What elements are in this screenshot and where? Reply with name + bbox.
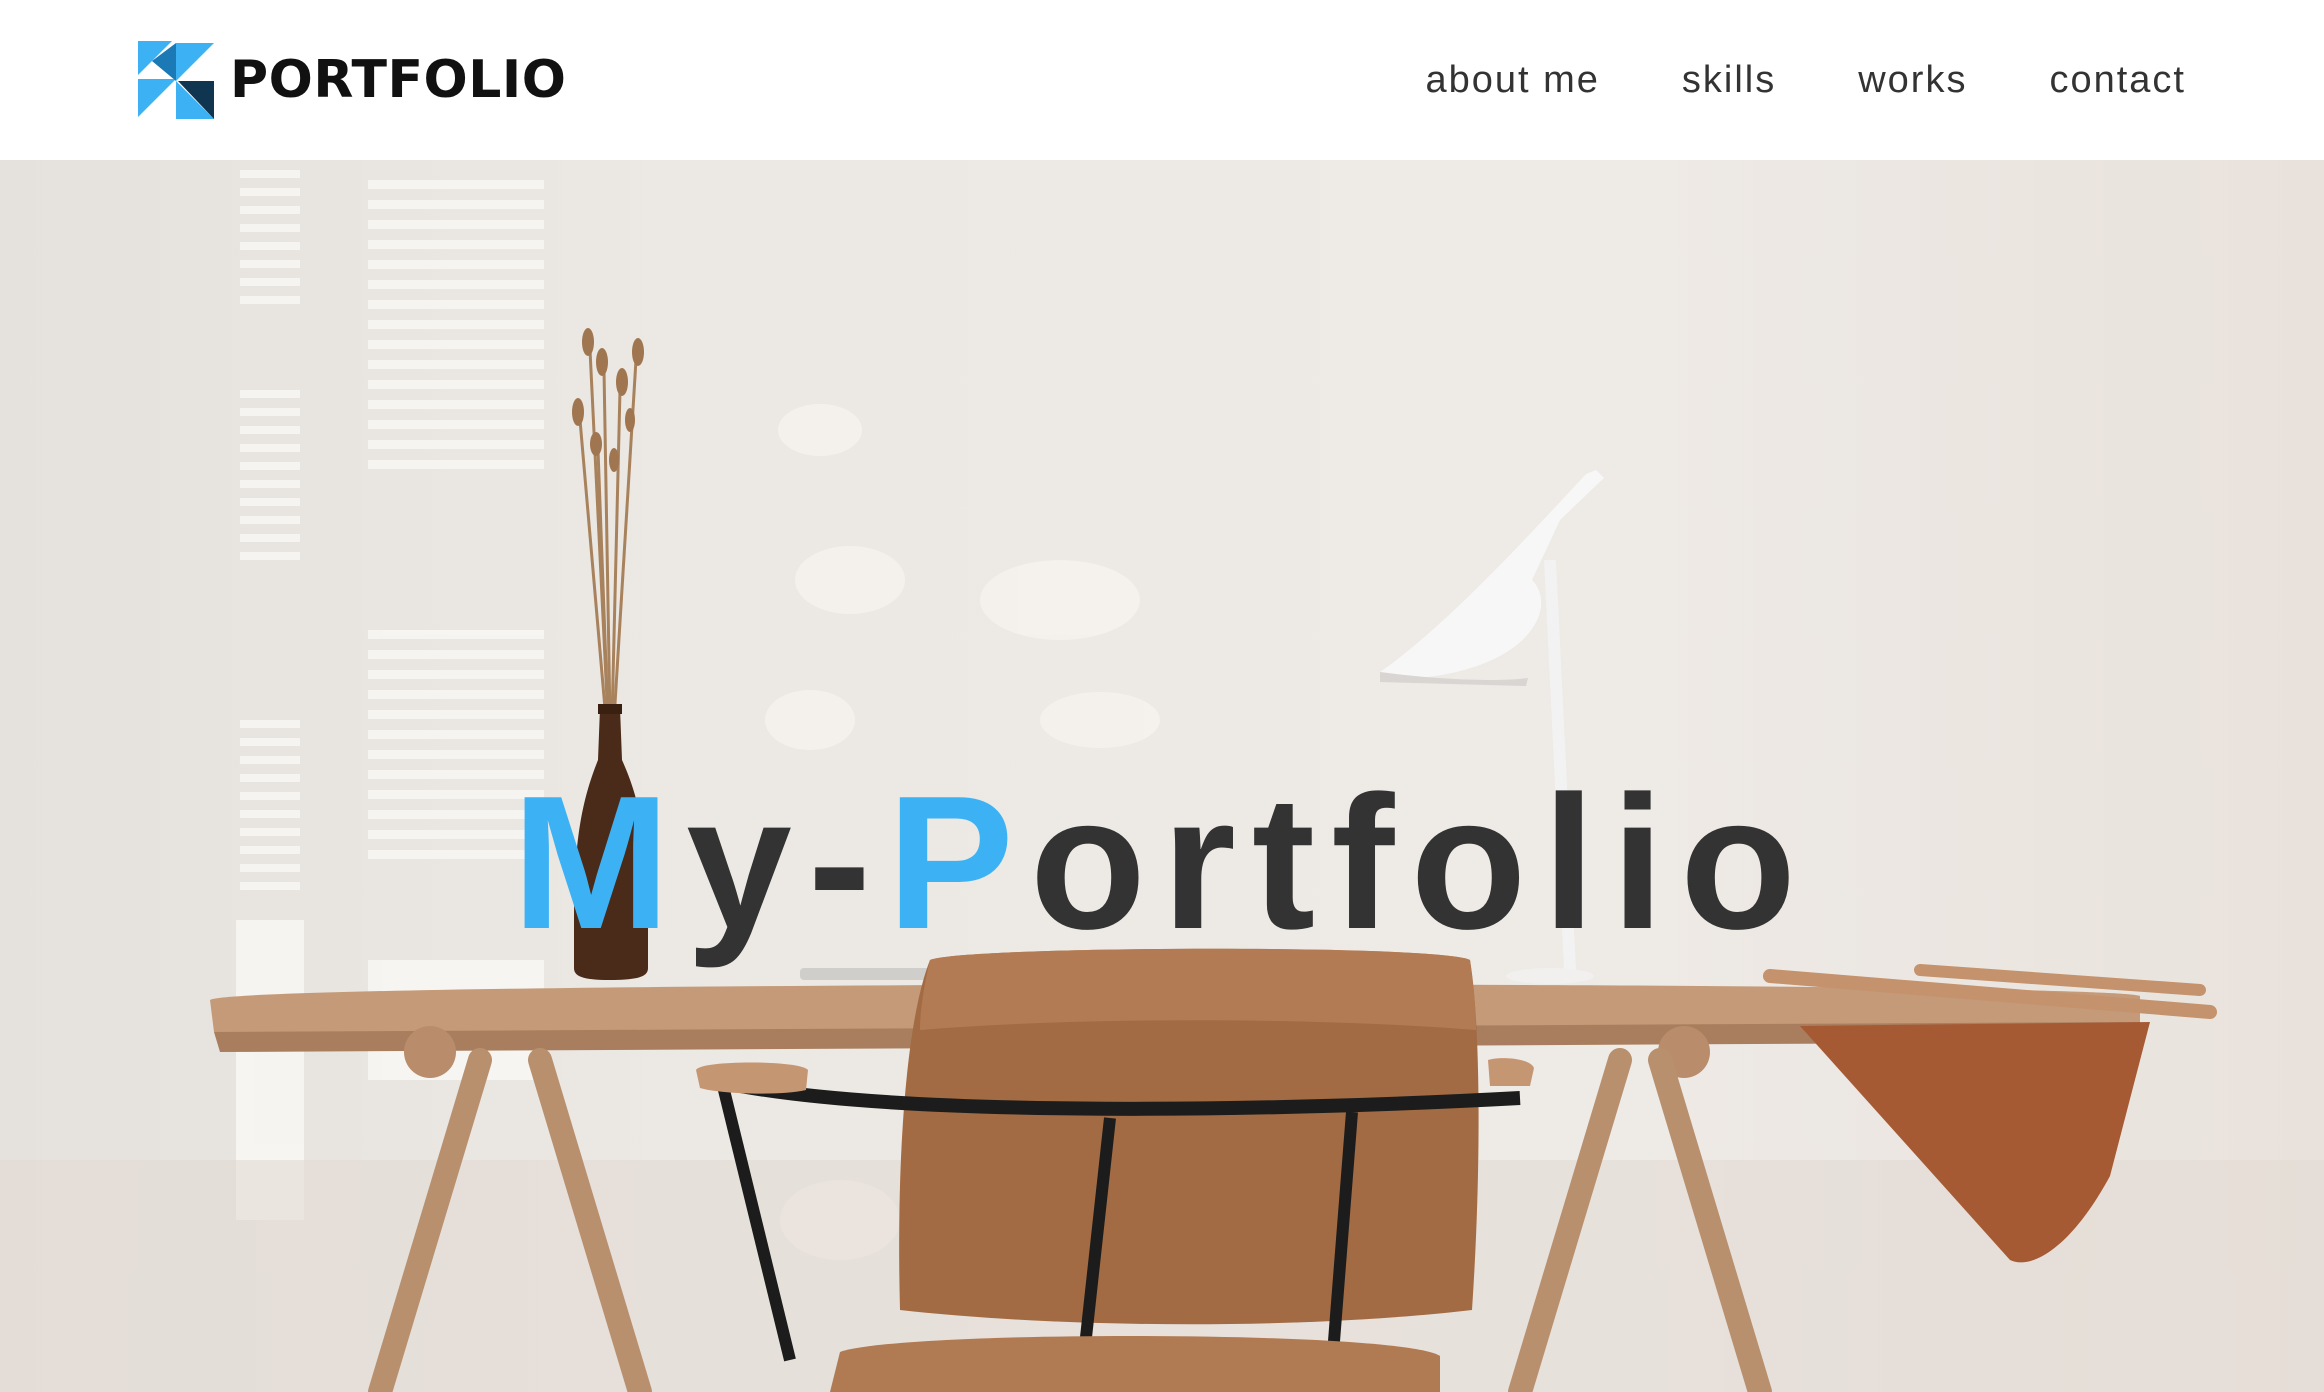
main-nav: about me skills works contact: [1425, 59, 2186, 102]
site-header: PORTFOLIO about me skills works contact: [0, 0, 2324, 160]
nav-about-me[interactable]: about me: [1425, 59, 1599, 102]
hero-title: My-Portfolio: [0, 768, 2324, 958]
hero-title-accent-m: M: [511, 757, 687, 969]
logo-link[interactable]: PORTFOLIO: [138, 41, 566, 119]
nav-skills[interactable]: skills: [1682, 59, 1776, 102]
dried-flowers: [578, 349, 638, 721]
hero-section: My-Portfolio: [0, 160, 2324, 1392]
hero-title-part-y: y-: [686, 757, 888, 969]
logo-text: PORTFOLIO: [230, 50, 567, 110]
nav-works[interactable]: works: [1858, 59, 1967, 102]
portfolio-logo-mark-icon: [138, 41, 214, 119]
window-light-stripes: [236, 170, 544, 1220]
hero-title-part-ortfolio: ortfolio: [1029, 757, 1813, 969]
hero-title-accent-p: P: [887, 757, 1030, 969]
nav-contact[interactable]: contact: [2049, 59, 2186, 102]
